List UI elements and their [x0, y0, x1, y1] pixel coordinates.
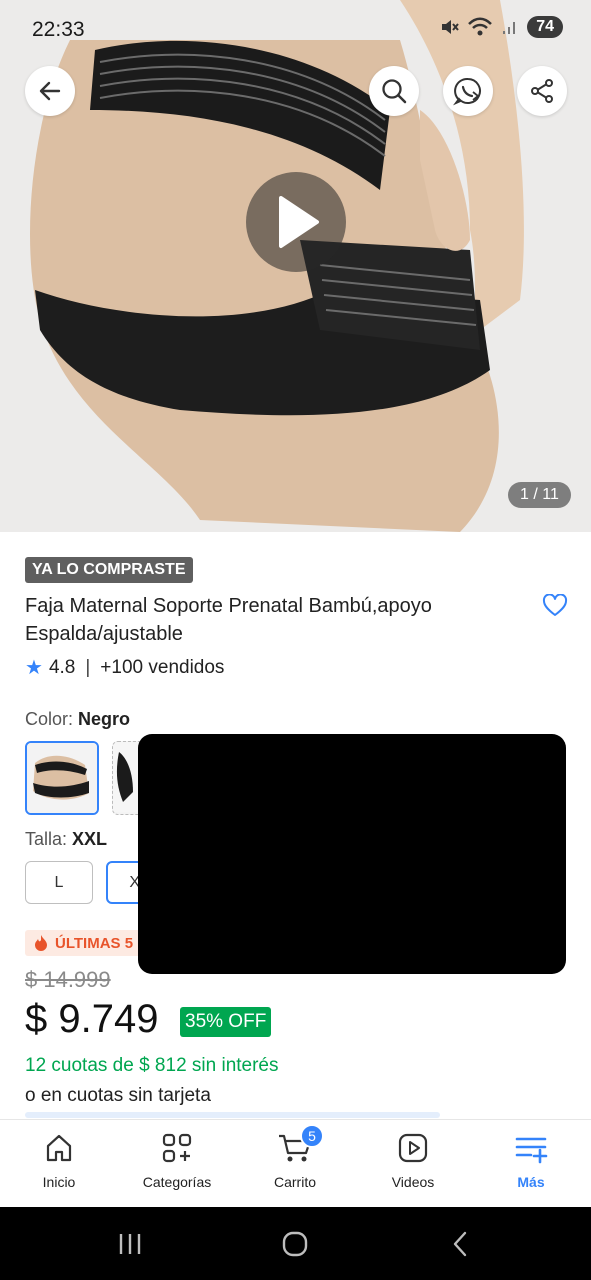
color-label: Color: Negro	[25, 709, 130, 730]
redacted-overlay	[138, 734, 566, 974]
tab-carrito[interactable]: 5 Carrito	[240, 1124, 350, 1190]
favorite-button[interactable]	[542, 593, 568, 623]
recent-apps-button[interactable]	[110, 1229, 150, 1259]
rating-value: 4.8	[48, 656, 76, 678]
color-thumbnail-alt	[113, 742, 139, 812]
purchased-badge: YA LO COMPRASTE	[25, 557, 193, 583]
status-time: 22:33	[32, 18, 85, 41]
system-navigation-bar	[0, 1207, 591, 1280]
share-icon	[531, 79, 553, 103]
search-button[interactable]	[369, 66, 419, 116]
sold-count: +100 vendidos	[100, 656, 225, 678]
color-option-selected[interactable]	[25, 741, 99, 815]
back-button[interactable]	[25, 66, 75, 116]
product-image-gallery[interactable]: 22:33 74 1 / 11	[0, 0, 591, 532]
home-circle-icon	[282, 1231, 308, 1257]
tab-carrito-label: Carrito	[273, 1174, 316, 1190]
size-option-l[interactable]: L	[25, 861, 93, 904]
system-back-button[interactable]	[440, 1229, 480, 1259]
bottom-tab-bar: Inicio Categorías 5 Carrito Videos Más	[0, 1119, 591, 1207]
fire-icon	[35, 935, 47, 951]
color-value: Negro	[78, 709, 131, 729]
whatsapp-share-button[interactable]	[443, 66, 493, 116]
tab-videos[interactable]: Videos	[358, 1132, 468, 1190]
play-icon	[279, 196, 319, 248]
home-icon	[46, 1134, 72, 1162]
status-bar: 22:33 74	[0, 0, 591, 60]
status-icons: 74	[439, 16, 563, 38]
search-icon	[382, 79, 407, 104]
color-label-text: Color:	[25, 709, 79, 729]
menu-plus-icon	[515, 1137, 548, 1164]
promo-strip	[25, 1112, 440, 1118]
heart-icon	[542, 593, 568, 616]
play-video-button[interactable]	[246, 172, 346, 272]
size-value: XXL	[72, 829, 108, 849]
gallery-counter: 1 / 11	[508, 482, 571, 508]
arrow-left-icon	[39, 81, 61, 101]
product-title: Faja Maternal Soporte Prenatal Bambú,apo…	[25, 595, 432, 645]
whatsapp-icon	[453, 77, 481, 106]
signal-icon	[503, 22, 516, 34]
tab-mas-label: Más	[517, 1174, 545, 1190]
share-button[interactable]	[517, 66, 567, 116]
tab-videos-label: Videos	[391, 1174, 435, 1190]
current-price: $ 9.749	[25, 997, 159, 1041]
categories-icon	[162, 1133, 192, 1163]
tab-mas[interactable]: Más	[476, 1132, 586, 1190]
color-thumbnail	[27, 743, 97, 813]
tab-categorias-label: Categorías	[142, 1174, 212, 1190]
tab-inicio[interactable]: Inicio	[4, 1132, 114, 1190]
star-icon: ★	[25, 657, 43, 679]
size-label: Talla: XXL	[25, 829, 107, 850]
wifi-icon	[468, 17, 493, 36]
chevron-left-icon	[453, 1231, 467, 1257]
original-price: $ 14.999	[25, 967, 111, 992]
last-units-text: ÚLTIMAS 5	[55, 934, 134, 952]
cart-count-badge: 5	[300, 1124, 324, 1148]
tab-inicio-label: Inicio	[42, 1174, 76, 1190]
discount-badge: 35% OFF	[180, 1007, 272, 1037]
battery-indicator: 74	[527, 16, 563, 38]
installments-alt-text: o en cuotas sin tarjeta	[25, 1085, 211, 1106]
rating-row[interactable]: ★ 4.8 | +100 vendidos	[25, 655, 224, 680]
last-units-tag: ÚLTIMAS 5	[25, 930, 142, 956]
mute-icon	[442, 20, 459, 34]
recent-apps-icon	[119, 1234, 141, 1254]
installments-text: 12 cuotas de $ 812 sin interés	[25, 1055, 279, 1076]
tab-categorias[interactable]: Categorías	[122, 1132, 232, 1190]
video-icon	[398, 1133, 428, 1163]
rating-separator: |	[85, 656, 91, 678]
size-label-text: Talla:	[25, 829, 73, 849]
home-button[interactable]	[275, 1229, 315, 1259]
